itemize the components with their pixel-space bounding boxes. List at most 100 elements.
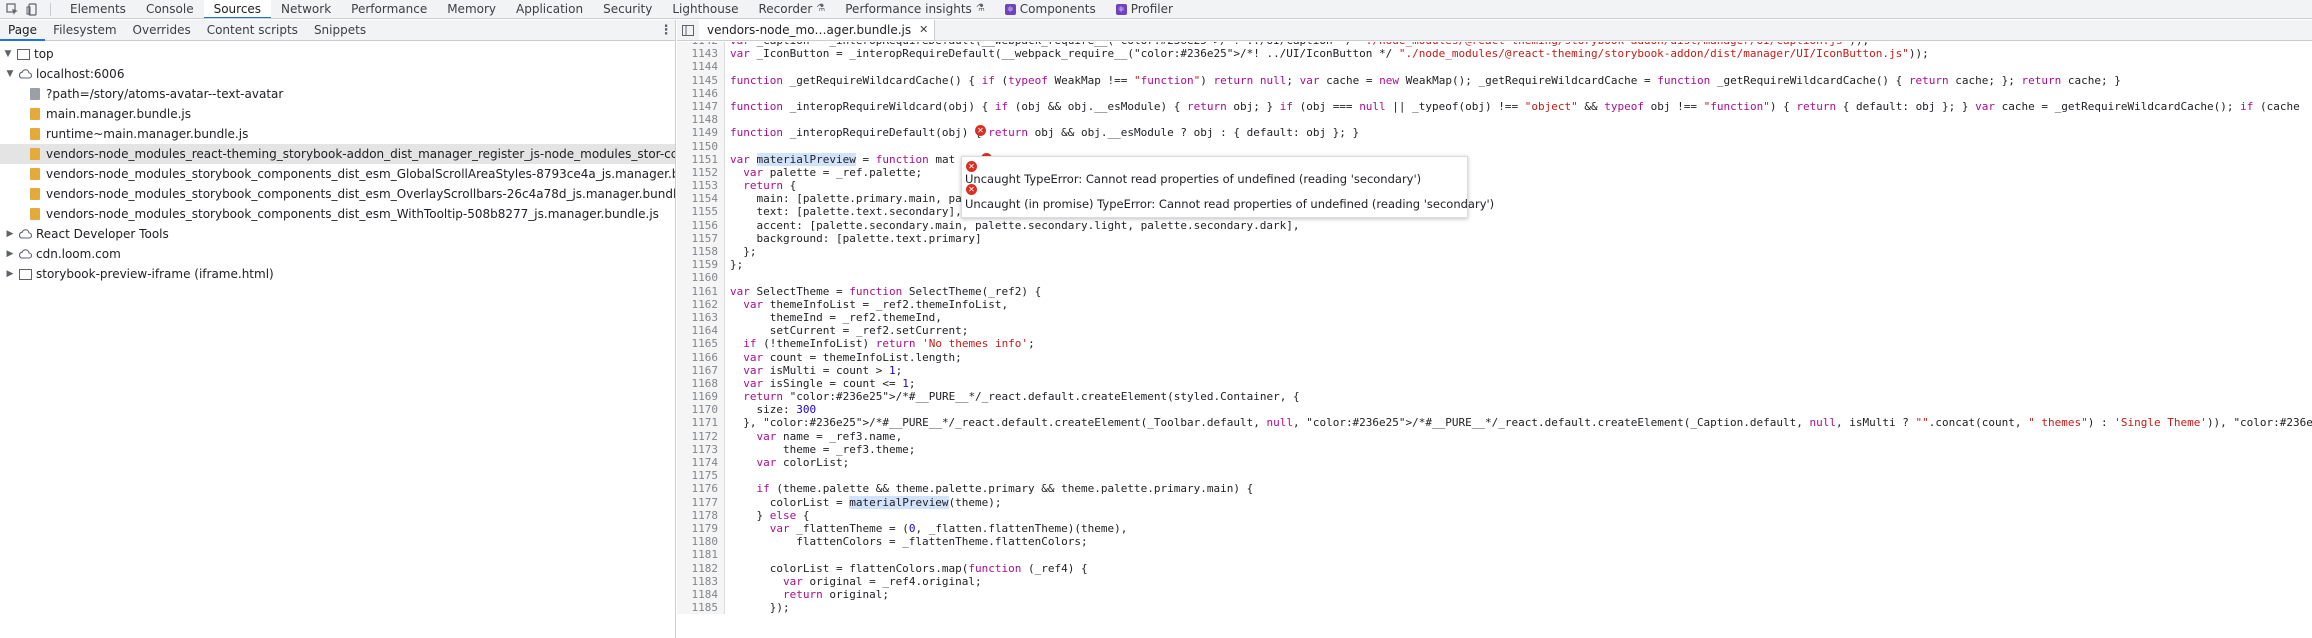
collapsed-arrow-icon[interactable]: ▶ [4,269,16,279]
line-number[interactable]: 1184 [677,587,725,602]
cloud-icon [18,67,32,81]
tab-filesystem[interactable]: Filesystem [45,20,124,40]
line-number[interactable]: 1147 [677,99,725,114]
line-number[interactable]: 1143 [677,47,725,61]
tree-item[interactable]: runtime~main.manager.bundle.js [0,124,675,144]
line-number[interactable]: 1182 [677,561,725,575]
line-number[interactable]: 1151 [677,152,725,166]
line-number[interactable]: 1152 [677,165,725,180]
tab-network[interactable]: Network [271,0,341,18]
line-number[interactable]: 1183 [677,574,725,588]
line-number[interactable]: 1161 [677,284,725,298]
line-number[interactable]: 1153 [677,179,725,193]
line-number[interactable]: 1154 [677,192,725,206]
tab-memory[interactable]: Memory [437,0,506,18]
line-number[interactable]: 1167 [677,363,725,377]
tab-recorder[interactable]: Recorder ⚗ [749,0,836,18]
tree-item[interactable]: ?path=/story/atoms-avatar--text-avatar [0,84,675,104]
tab-content-scripts[interactable]: Content scripts [199,20,306,40]
code-view[interactable]: 1142var _Caption = _interopRequireDefaul… [677,42,2312,638]
line-number[interactable]: 1175 [677,469,725,483]
tab-security[interactable]: Security [593,0,662,18]
line-code: var materialPreview = function mat [730,152,956,166]
line-number[interactable]: 1168 [677,376,725,391]
line-number[interactable]: 1170 [677,403,725,417]
tab-overrides[interactable]: Overrides [125,20,199,40]
line-number[interactable]: 1166 [677,350,725,364]
close-tab-icon[interactable]: ✕ [919,20,928,40]
tree-item[interactable]: vendors-node_modules_storybook_component… [0,204,675,224]
line-number[interactable]: 1157 [677,231,725,245]
line-number[interactable]: 1173 [677,442,725,456]
line-number[interactable]: 1155 [677,205,725,219]
line-number[interactable]: 1177 [677,495,725,509]
line-code: text: [palette.text.secondary], [730,205,962,219]
line-number[interactable]: 1145 [677,73,725,87]
line-number[interactable]: 1174 [677,456,725,470]
line-number[interactable]: 1150 [677,139,725,153]
device-toolbar-icon[interactable] [24,0,40,18]
tree-item[interactable]: ▶ cdn.loom.com [0,244,675,264]
expanded-arrow-icon[interactable]: ▼ [4,69,16,79]
line-number[interactable]: 1160 [677,271,725,285]
inspect-element-icon[interactable] [4,0,20,18]
tab-snippets[interactable]: Snippets [306,20,374,40]
tree-item[interactable]: ▼ top [0,44,675,64]
inline-error-icon[interactable]: ✕ [975,125,986,136]
tab-page[interactable]: Page [0,20,46,41]
tab-profiler[interactable]: ⚛ Profiler [1106,0,1183,18]
line-number[interactable]: 1148 [677,113,725,127]
tree-item[interactable]: vendors-node_modules_react-theming_story… [0,144,675,164]
line-code: } else { [730,508,810,522]
tree-item[interactable]: vendors-node_modules_storybook_component… [0,184,675,204]
collapsed-arrow-icon[interactable]: ▶ [4,249,16,259]
collapsed-arrow-icon[interactable]: ▶ [4,229,16,239]
tab-components[interactable]: ⚛ Components [995,0,1106,18]
line-number[interactable]: 1162 [677,297,725,311]
line-number[interactable]: 1178 [677,508,725,522]
line-number[interactable]: 1144 [677,60,725,74]
code-line: 1158 }; [677,245,2312,259]
line-number[interactable]: 1149 [677,126,725,140]
line-number[interactable]: 1163 [677,310,725,325]
tab-open-file[interactable]: vendors-node_mo…ager.bundle.js ✕ [699,20,936,40]
line-number[interactable]: 1176 [677,482,725,496]
expanded-arrow-icon[interactable]: ▼ [2,49,14,59]
line-number[interactable]: 1172 [677,429,725,443]
tree-item[interactable]: ▶ storybook-preview-iframe (iframe.html) [0,264,675,284]
line-number[interactable]: 1146 [677,86,725,100]
tab-lighthouse[interactable]: Lighthouse [662,0,748,18]
tree-item[interactable]: vendors-node_modules_storybook_component… [0,164,675,184]
tab-label: Memory [447,2,497,16]
line-number[interactable]: 1169 [677,390,725,404]
line-number[interactable]: 1181 [677,548,725,562]
tab-elements[interactable]: Elements [60,0,136,18]
line-number[interactable]: 1158 [677,245,725,259]
js-file-icon [28,207,42,221]
tab-label: Lighthouse [672,2,739,16]
line-number[interactable]: 1171 [677,416,725,430]
line-number[interactable]: 1179 [677,521,725,536]
line-number[interactable]: 1180 [677,535,725,549]
code-line: 1150 [677,139,2312,153]
tree-item[interactable]: ▶ React Developer Tools [0,224,675,244]
line-number[interactable]: 1156 [677,218,725,232]
more-options-icon[interactable]: ⋮ [657,20,675,40]
toggle-navigator-icon[interactable] [677,20,699,40]
tab-application[interactable]: Application [506,0,593,18]
line-number[interactable]: 1165 [677,337,725,351]
tab-performance-insights[interactable]: Performance insights ⚗ [835,0,995,18]
tab-console[interactable]: Console [136,0,204,18]
line-code: setCurrent = _ref2.setCurrent; [730,324,969,338]
line-number[interactable]: 1164 [677,324,725,338]
tab-sources[interactable]: Sources [203,0,272,18]
line-code: var colorList; [756,456,850,469]
tree-item[interactable]: main.manager.bundle.js [0,104,675,124]
tab-performance[interactable]: Performance [341,0,437,18]
code-line: 1182 colorList = flattenColors.map(funct… [677,561,2312,575]
tree-item[interactable]: ▼ localhost:6006 [0,64,675,84]
source-editor: vendors-node_mo…ager.bundle.js ✕ 1142var… [677,20,2312,638]
code-line: 1180 flattenColors = _flattenTheme.flatt… [677,535,2312,549]
line-number[interactable]: 1159 [677,258,725,272]
line-number[interactable]: 1185 [677,601,725,615]
